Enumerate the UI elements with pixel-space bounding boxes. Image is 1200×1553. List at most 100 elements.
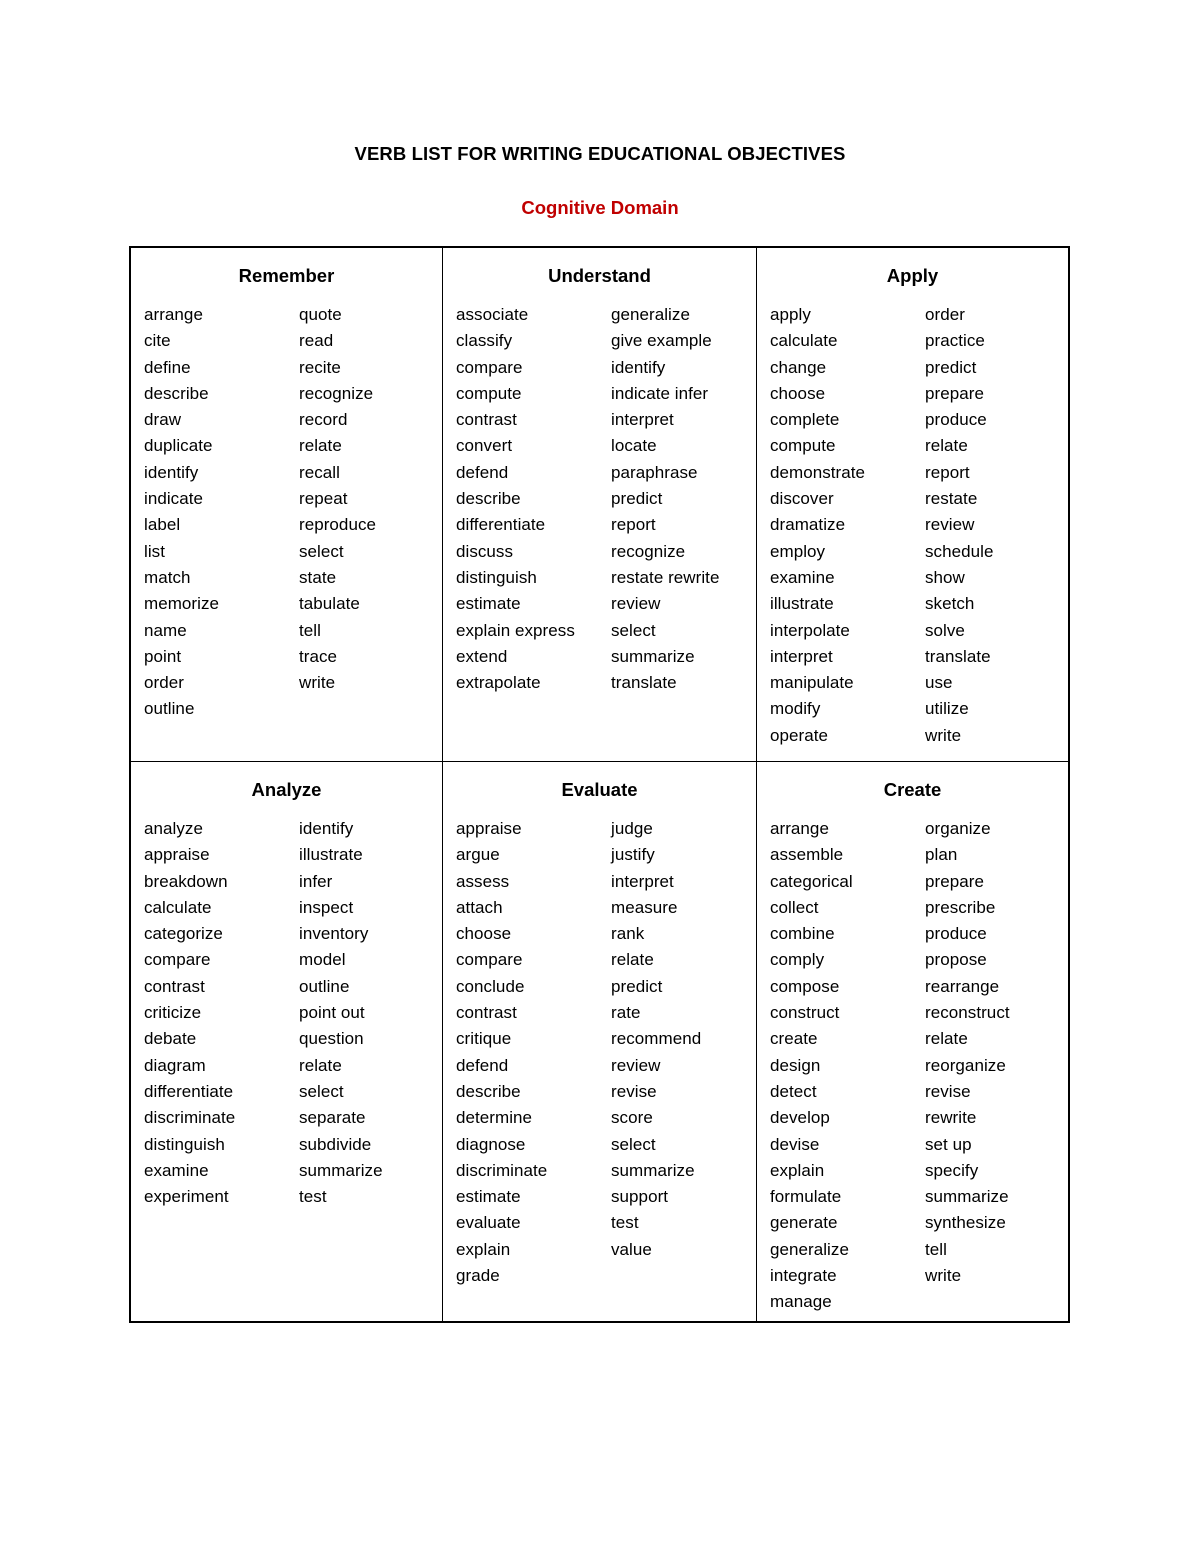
verb-item: construct xyxy=(770,1003,840,1023)
verb-item: relate xyxy=(299,436,342,456)
verb-item: show xyxy=(925,567,965,587)
verb-item: write xyxy=(925,1266,962,1286)
verb-item: order xyxy=(144,673,184,693)
verb-item: describe xyxy=(456,1081,521,1101)
verb-item: manipulate xyxy=(770,673,854,693)
verb-item: formulate xyxy=(770,1187,842,1207)
verb-item: model xyxy=(299,950,346,970)
verb-item: translate xyxy=(925,646,991,666)
verb-item: contrast xyxy=(456,410,517,430)
verb-item: infer xyxy=(299,871,333,891)
table-row: Remember arrange cite define describe dr… xyxy=(131,248,1068,762)
verb-item: prepare xyxy=(925,383,984,403)
verb-item: propose xyxy=(925,950,987,970)
verb-item: plan xyxy=(925,845,958,865)
verb-item: illustrate xyxy=(299,845,363,865)
verb-item: judge xyxy=(611,819,653,838)
verb-item: test xyxy=(299,1187,327,1207)
verb-item: predict xyxy=(611,489,663,509)
verb-item: defend xyxy=(456,462,509,482)
verb-item: devise xyxy=(770,1134,820,1154)
verb-item: state xyxy=(299,567,337,587)
verb-subcolumn-right: organize plan prepare prescribe produce … xyxy=(925,816,1068,1316)
cell-heading-remember: Remember xyxy=(238,265,335,286)
verb-item: discover xyxy=(770,489,834,509)
verb-item: discuss xyxy=(456,541,514,561)
verb-item: compose xyxy=(770,976,840,996)
verb-item: summarize xyxy=(925,1187,1009,1207)
verb-item: predict xyxy=(925,357,977,377)
verb-item: arrange xyxy=(144,305,203,324)
verb-item: tell xyxy=(299,620,321,640)
verb-item: rearrange xyxy=(925,976,1000,996)
page-title: VERB LIST FOR WRITING EDUCATIONAL OBJECT… xyxy=(354,143,846,164)
table-cell-analyze: Analyze analyze appraise breakdown calcu… xyxy=(131,762,443,1321)
verb-item: outline xyxy=(144,699,195,719)
verb-item: recognize xyxy=(299,383,374,403)
verb-item: memorize xyxy=(144,594,220,614)
verb-item: rewrite xyxy=(925,1108,977,1128)
verb-item: synthesize xyxy=(925,1213,1006,1233)
verb-item: extrapolate xyxy=(456,673,541,693)
verb-item: select xyxy=(611,620,656,640)
verb-item: categorical xyxy=(770,871,853,891)
verb-item: question xyxy=(299,1029,364,1049)
verb-item: experiment xyxy=(144,1187,229,1207)
verb-item: justify xyxy=(611,845,655,865)
verb-item: choose xyxy=(770,383,826,403)
verb-item: relate xyxy=(925,436,968,456)
verb-item: restate rewrite xyxy=(611,567,720,587)
document-page: VERB LIST FOR WRITING EDUCATIONAL OBJECT… xyxy=(0,0,1200,1553)
verb-item: summarize xyxy=(611,646,695,666)
verb-item: organize xyxy=(925,819,991,838)
verb-item: cite xyxy=(144,331,171,351)
verb-item: estimate xyxy=(456,594,521,614)
verb-item: relate xyxy=(925,1029,968,1049)
verb-item: measure xyxy=(611,897,678,917)
verb-item: determine xyxy=(456,1108,533,1128)
verb-item: relate xyxy=(611,950,654,970)
verb-item: debate xyxy=(144,1029,197,1049)
verb-item: set up xyxy=(925,1134,972,1154)
verb-item: argue xyxy=(456,845,500,865)
table-cell-remember: Remember arrange cite define describe dr… xyxy=(131,248,443,761)
verb-item: demonstrate xyxy=(770,462,866,482)
verb-item: rate xyxy=(611,1003,641,1023)
verb-subcolumn-right: identify illustrate infer inspect invent… xyxy=(299,816,442,1210)
verb-item: generalize xyxy=(770,1239,849,1259)
verb-item: summarize xyxy=(299,1160,383,1180)
verb-item: order xyxy=(925,305,965,324)
verb-item: revise xyxy=(611,1081,657,1101)
verb-item: manage xyxy=(770,1292,832,1312)
verb-item: produce xyxy=(925,924,987,944)
verb-item: write xyxy=(299,673,336,693)
cell-heading-create: Create xyxy=(883,779,942,800)
verb-item: inventory xyxy=(299,924,369,944)
verb-item: describe xyxy=(144,383,209,403)
verb-item: tabulate xyxy=(299,594,360,614)
verb-item: discriminate xyxy=(456,1160,548,1180)
verb-item: conclude xyxy=(456,976,525,996)
verb-item: select xyxy=(299,1081,344,1101)
verb-item: separate xyxy=(299,1108,366,1128)
verb-item: dramatize xyxy=(770,515,846,535)
verb-item: assemble xyxy=(770,845,844,865)
verb-columns: analyze appraise breakdown calculate cat… xyxy=(131,816,442,1210)
verb-subcolumn-left: arrange assemble categorical collect com… xyxy=(770,816,925,1316)
verb-item: solve xyxy=(925,620,965,640)
verb-item: classify xyxy=(456,331,513,351)
verb-item: compare xyxy=(456,357,523,377)
verb-item: contrast xyxy=(456,1003,517,1023)
verb-item: contrast xyxy=(144,976,205,996)
verb-item: distinguish xyxy=(144,1134,225,1154)
verb-item: compare xyxy=(144,950,211,970)
verb-item: combine xyxy=(770,924,835,944)
verb-item: schedule xyxy=(925,541,994,561)
document-subtitle: Cognitive Domain xyxy=(521,197,679,218)
verb-item: prescribe xyxy=(925,897,996,917)
verb-item: arrange xyxy=(770,819,829,838)
verb-item: assess xyxy=(456,871,510,891)
verb-item: repeat xyxy=(299,489,348,509)
verb-item: test xyxy=(611,1213,639,1233)
verb-subcolumn-right: generalize give example identify indicat… xyxy=(611,302,756,696)
